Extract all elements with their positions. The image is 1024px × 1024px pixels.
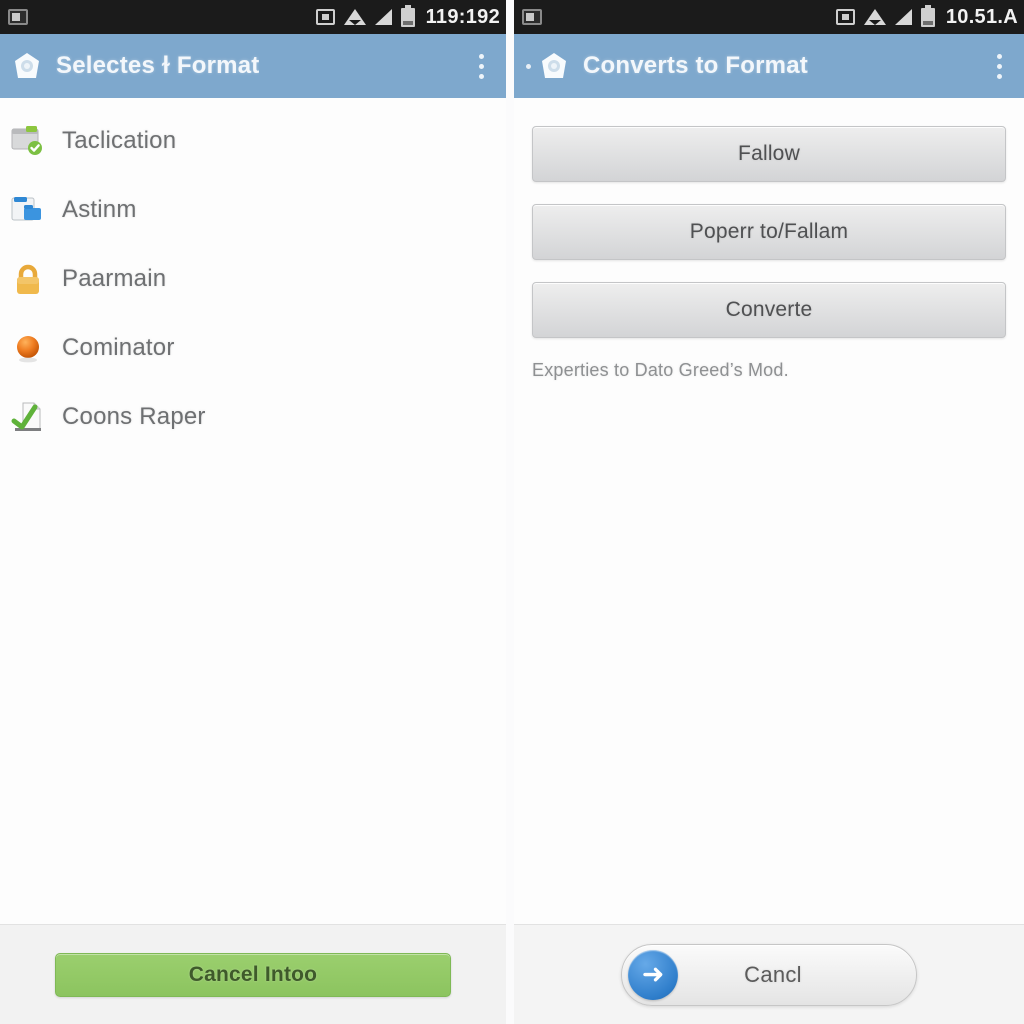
- list-item-label: Paarmain: [62, 264, 167, 292]
- screenshot-icon: [8, 9, 28, 25]
- panel-divider: [506, 0, 514, 1024]
- left-footer: Cancel Intoo: [0, 924, 506, 1024]
- wifi-icon: [863, 9, 886, 25]
- right-status-notifications: [522, 9, 542, 25]
- battery-icon: [400, 4, 415, 27]
- app-home-logo-icon: [539, 51, 569, 81]
- cast-icon: [835, 9, 855, 25]
- helper-text: Experties to Dato Greed’s Mod.: [532, 360, 789, 380]
- lock-icon: [8, 259, 48, 299]
- app-home-logo-icon: [12, 51, 42, 81]
- wifi-icon: [343, 9, 366, 25]
- right-status-indicators: 10.51.A: [835, 4, 1018, 29]
- screenshot-icon: [522, 9, 542, 25]
- list-item-label: Taclication: [62, 126, 177, 154]
- page-title: Converts to Format: [583, 52, 808, 79]
- cancl-button[interactable]: ➜ Cancl: [621, 943, 917, 1006]
- list-item[interactable]: Taclication: [0, 106, 506, 175]
- left-status-notifications: [8, 9, 28, 25]
- cancel-intoo-button[interactable]: Cancel Intoo: [55, 952, 451, 997]
- poperr-to-fallam-button[interactable]: Poperr to/Fallam: [532, 204, 1006, 260]
- list-item[interactable]: Astinm: [0, 175, 506, 244]
- list-item-label: Coons Raper: [62, 402, 206, 430]
- list-item[interactable]: Coons Raper: [0, 382, 506, 451]
- right-phone-screen: 10.51.A Converts to Format Fallow Poperr…: [514, 0, 1024, 1024]
- list-item[interactable]: Cominator: [0, 313, 506, 382]
- status-time: 119:192: [425, 5, 500, 28]
- left-phone-screen: 119:192 Selectes ɫ Format Taclication As…: [0, 0, 506, 1024]
- back-dot-icon[interactable]: [526, 63, 531, 69]
- document-check-icon: [8, 397, 48, 437]
- arrow-right-circle-icon: ➜: [628, 949, 678, 1000]
- dual-screenshot-container: 119:192 Selectes ɫ Format Taclication As…: [0, 0, 1024, 1024]
- window-check-icon: [8, 121, 48, 161]
- orange-sphere-icon: [8, 328, 48, 368]
- battery-icon: [920, 4, 935, 27]
- left-status-bar: 119:192: [0, 0, 506, 34]
- folder-icon: [8, 190, 48, 230]
- list-item-label: Cominator: [62, 333, 175, 361]
- overflow-menu-icon[interactable]: [984, 46, 1014, 86]
- converte-button[interactable]: Converte: [532, 282, 1006, 338]
- fallow-button[interactable]: Fallow: [532, 126, 1006, 182]
- signal-icon: [374, 9, 392, 25]
- list-item-label: Astinm: [62, 195, 137, 223]
- right-app-bar: Converts to Format: [514, 34, 1024, 98]
- left-app-bar: Selectes ɫ Format: [0, 34, 506, 98]
- list-item[interactable]: Paarmain: [0, 244, 506, 313]
- cancl-button-label: Cancl: [744, 961, 802, 987]
- overflow-menu-icon[interactable]: [466, 46, 496, 86]
- conversion-options-panel: Fallow Poperr to/Fallam Converte Experti…: [514, 98, 1024, 924]
- signal-icon: [894, 9, 912, 25]
- format-list: Taclication Astinm Paarmain Cominator Co…: [0, 98, 506, 924]
- left-status-indicators: 119:192: [315, 4, 500, 29]
- right-footer: ➜ Cancl: [514, 924, 1024, 1024]
- page-title: Selectes ɫ Format: [56, 52, 260, 79]
- right-status-bar: 10.51.A: [514, 0, 1024, 34]
- cast-icon: [315, 9, 335, 25]
- status-time: 10.51.A: [945, 5, 1018, 28]
